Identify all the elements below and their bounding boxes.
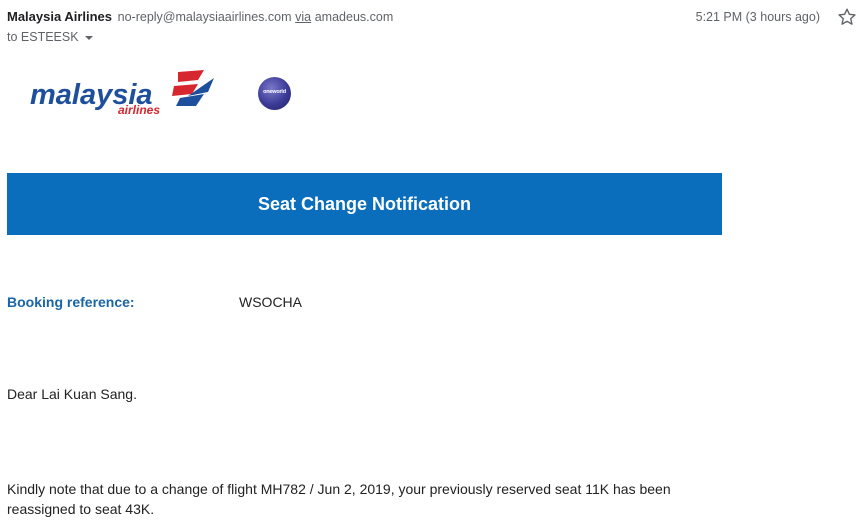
- chevron-down-icon[interactable]: [84, 36, 93, 40]
- email-sender-line: Malaysia Airlines no-reply@malaysiaairli…: [7, 9, 393, 24]
- kite-icon: [172, 70, 214, 106]
- notification-banner: Seat Change Notification: [7, 173, 722, 235]
- oneworld-badge: oneworld: [258, 77, 291, 110]
- banner-title: Seat Change Notification: [257, 193, 472, 214]
- malaysia-airlines-logo: malaysia airlines: [28, 66, 218, 123]
- oneworld-label: oneworld: [263, 89, 286, 95]
- recipient-line[interactable]: to ESTEESK: [7, 30, 93, 44]
- message-body: Kindly note that due to a change of flig…: [7, 481, 671, 517]
- sender-name[interactable]: Malaysia Airlines: [7, 9, 112, 24]
- logo-subtext: airlines: [118, 103, 160, 117]
- greeting-text: Dear Lai Kuan Sang.: [7, 386, 137, 402]
- booking-reference-label: Booking reference:: [7, 294, 135, 310]
- star-icon[interactable]: [836, 6, 858, 28]
- via-domain: amadeus.com: [314, 10, 394, 24]
- email-timestamp: 5:21 PM (3 hours ago): [695, 10, 820, 24]
- booking-reference-value: WSOCHA: [239, 294, 302, 310]
- via-link[interactable]: via: [295, 10, 311, 24]
- recipient-text: to ESTEESK: [7, 30, 79, 44]
- sender-email: no-reply@malaysiaairlines.com: [117, 10, 292, 24]
